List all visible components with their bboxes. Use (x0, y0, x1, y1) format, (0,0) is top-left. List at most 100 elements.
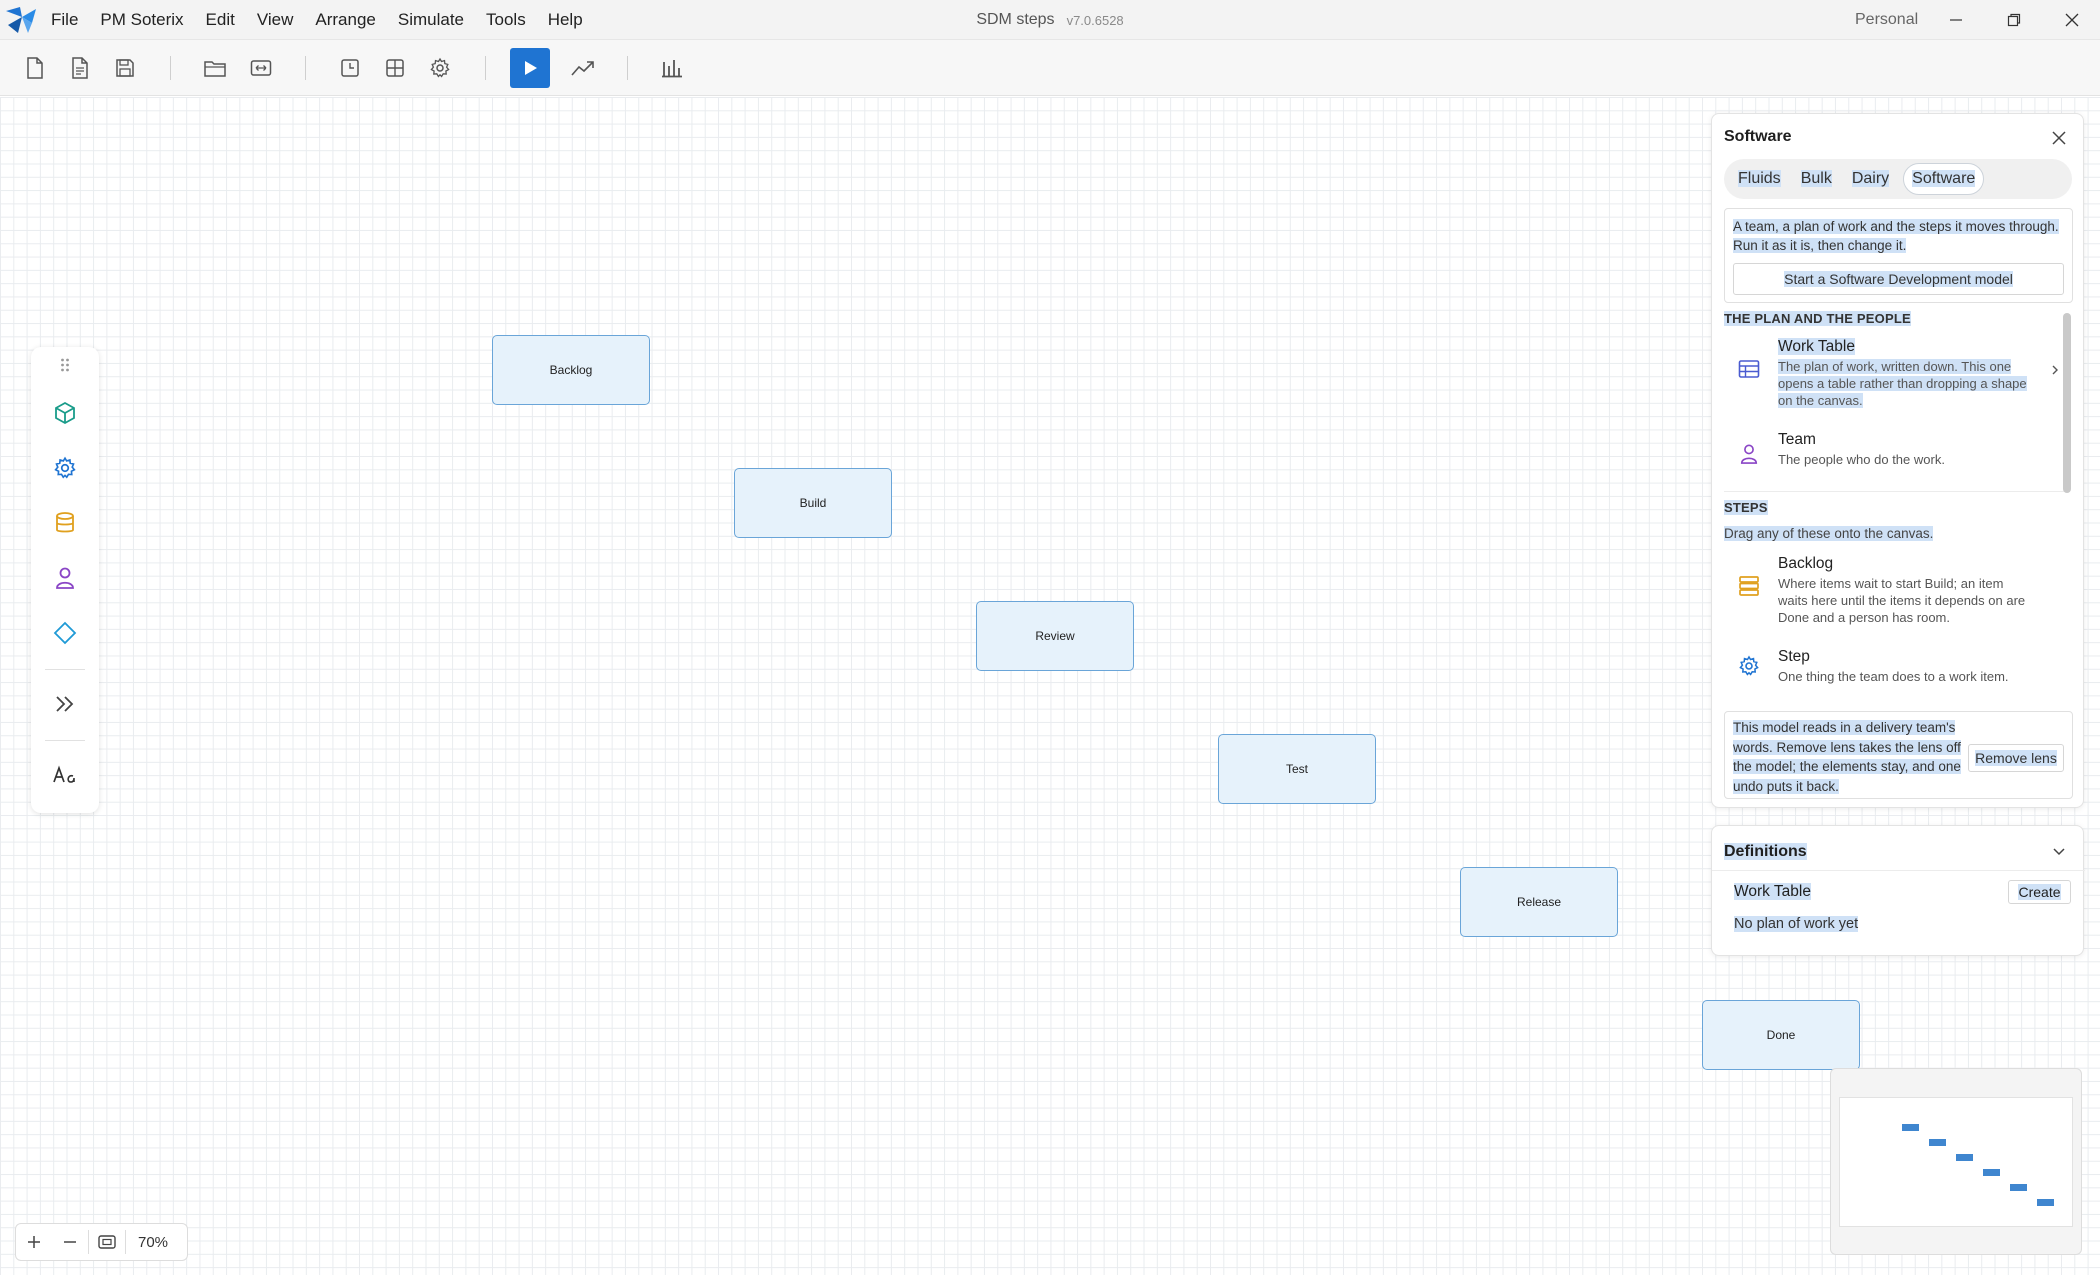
chevron-right-icon (2046, 361, 2064, 379)
zoom-out-button[interactable] (52, 1224, 88, 1260)
item-description: One thing the team does to a work item. (1778, 669, 2009, 684)
panel-scrollbar[interactable] (2063, 313, 2071, 703)
minimap-node (1929, 1139, 1946, 1146)
person-icon (1734, 439, 1764, 469)
toolbar (0, 40, 2100, 96)
bar-chart-icon (662, 60, 682, 78)
shape-palette (31, 347, 99, 813)
intro-text-content: A team, a plan of work and the steps it … (1733, 219, 2059, 253)
results-chart-button[interactable] (654, 50, 690, 86)
section-steps-note: Drag any of these onto the canvas. (1724, 526, 1934, 541)
library-intro: A team, a plan of work and the steps it … (1724, 208, 2073, 303)
menu-pm-soterix[interactable]: PM Soterix (89, 0, 194, 40)
minimap-node (2010, 1184, 2027, 1191)
create-label: Create (2018, 884, 2061, 900)
list-item-work-table[interactable]: Work Table The plan of work, written dow… (1724, 336, 2064, 408)
minimap-viewport[interactable] (1839, 1097, 2073, 1227)
definition-work-table-label: Work Table (1734, 883, 1811, 900)
palette-item-text[interactable] (45, 755, 85, 795)
fit-to-screen-button[interactable] (89, 1224, 125, 1260)
close-window-button[interactable] (2044, 0, 2100, 40)
new-file-button[interactable] (17, 50, 53, 86)
minimap[interactable] (1830, 1068, 2082, 1255)
drag-handle[interactable] (45, 353, 85, 377)
palette-item-decision[interactable] (45, 613, 85, 653)
import-button[interactable] (243, 50, 279, 86)
definition-work-table: Work Table (1734, 883, 1811, 901)
item-title: Backlog (1778, 555, 1834, 572)
restore-button[interactable] (1986, 0, 2042, 40)
grid-icon (386, 59, 404, 77)
node-review[interactable]: Review (976, 601, 1134, 671)
palette-item-step[interactable] (45, 448, 85, 488)
collapse-definitions-button[interactable] (2047, 840, 2071, 864)
node-test[interactable]: Test (1218, 734, 1376, 804)
close-icon (2052, 131, 2066, 145)
new-document-button[interactable] (62, 50, 98, 86)
gear-icon (54, 456, 76, 479)
import-icon (250, 60, 272, 76)
palette-item-entity[interactable] (45, 393, 85, 433)
section-steps-label: STEPS (1724, 500, 1768, 515)
tab-label: Dairy (1851, 170, 1890, 187)
run-simulation-button[interactable] (510, 48, 550, 88)
account-label[interactable]: Personal (1855, 0, 1918, 40)
database-icon (56, 512, 74, 533)
item-title: Work Table (1778, 338, 1855, 356)
remove-lens-label: Remove lens (1975, 750, 2057, 766)
zoom-level[interactable]: 70% (126, 1234, 168, 1251)
document-title: SDM steps (976, 11, 1055, 28)
node-backlog[interactable]: Backlog (492, 335, 650, 405)
remove-lens-button[interactable]: Remove lens (1968, 744, 2064, 772)
grid-button[interactable] (377, 50, 413, 86)
create-work-table-button[interactable]: Create (2008, 880, 2071, 904)
list-item-step[interactable]: Step One thing the team does to a work i… (1724, 646, 2064, 696)
save-icon (116, 59, 134, 77)
minimize-button[interactable] (1928, 0, 1984, 40)
menu-arrange[interactable]: Arrange (304, 0, 386, 40)
tab-dairy[interactable]: Dairy (1846, 166, 1895, 192)
definitions-empty-state: No plan of work yet (1734, 916, 1859, 932)
palette-item-resource[interactable] (45, 558, 85, 598)
scrollbar-thumb[interactable] (2063, 313, 2071, 493)
menu-edit[interactable]: Edit (195, 0, 246, 40)
expand-palette-button[interactable] (45, 684, 85, 724)
item-description: Where items wait to start Build; an item… (1778, 576, 2026, 625)
toolbar-separator (170, 56, 171, 80)
list-item-backlog[interactable]: Backlog Where items wait to start Build;… (1724, 553, 2064, 625)
timing-button[interactable] (332, 50, 368, 86)
menu-tools[interactable]: Tools (475, 0, 537, 40)
trend-button[interactable] (565, 50, 601, 86)
minus-icon (64, 1241, 76, 1243)
menu-view[interactable]: View (246, 0, 305, 40)
restore-icon (2007, 13, 2021, 27)
minimap-node (1902, 1124, 1919, 1131)
node-done[interactable]: Done (1702, 1000, 1860, 1070)
palette-item-store[interactable] (45, 503, 85, 543)
node-build[interactable]: Build (734, 468, 892, 538)
menu-help[interactable]: Help (537, 0, 594, 40)
clock-sheet-icon (341, 59, 359, 77)
minimize-icon (1950, 19, 1962, 21)
list-item-team[interactable]: Team The people who do the work. (1724, 429, 2064, 479)
panel-close-button[interactable] (2047, 126, 2071, 150)
menu-simulate[interactable]: Simulate (387, 0, 475, 40)
trend-icon (571, 61, 594, 76)
tab-fluids[interactable]: Fluids (1732, 166, 1787, 192)
tab-label: Fluids (1738, 170, 1781, 187)
tab-software[interactable]: Software (1903, 163, 1985, 195)
open-folder-button[interactable] (197, 50, 233, 86)
tab-bulk[interactable]: Bulk (1795, 166, 1838, 192)
tab-label: Software (1912, 170, 1976, 187)
lens-text-content: This model reads in a delivery team's wo… (1733, 720, 1961, 794)
menu-file[interactable]: File (40, 0, 89, 40)
start-model-button[interactable]: Start a Software Development model (1733, 263, 2064, 295)
settings-button[interactable] (422, 50, 458, 86)
zoom-in-button[interactable] (16, 1224, 52, 1260)
definitions-empty-text: No plan of work yet (1734, 916, 1859, 932)
gear-icon (430, 57, 450, 78)
item-title-text: Work Table (1778, 338, 1855, 355)
node-release[interactable]: Release (1460, 867, 1618, 937)
save-button[interactable] (107, 50, 143, 86)
app-logo-icon (2, 3, 40, 37)
